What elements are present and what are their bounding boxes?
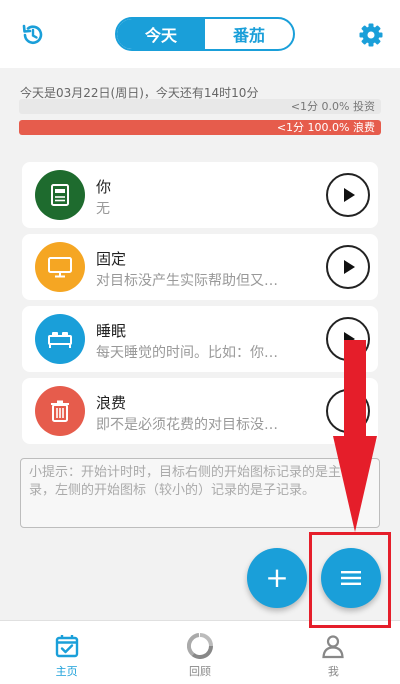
add-button[interactable]: + (247, 548, 307, 608)
waste-bar: <1分 100.0% 浪费 (19, 120, 381, 135)
monitor-icon (35, 242, 85, 292)
segmented-tabs: 今天 番茄 (115, 17, 295, 51)
add-button-label: + (265, 561, 289, 594)
nav-review[interactable]: 回顾 (133, 621, 266, 684)
list-item-title: 浪费 (96, 394, 127, 412)
waste-bar-label: <1分 100.0% 浪费 (276, 121, 375, 134)
list-item-fixed[interactable]: 固定 对目标没产生实际帮助但又… (22, 234, 378, 300)
annotation-arrow-icon (333, 340, 377, 532)
nav-label: 我 (327, 665, 339, 678)
nav-me[interactable]: 我 (267, 621, 400, 684)
list-item-desc: 无 (96, 201, 110, 217)
ring-chart-icon (186, 633, 213, 659)
invest-bar: <1分 0.0% 投资 (19, 99, 381, 114)
nav-home[interactable]: 主页 (0, 621, 133, 684)
list-item-title: 固定 (96, 250, 127, 268)
play-icon (344, 260, 355, 274)
play-button[interactable] (326, 173, 370, 217)
invest-bar-label: <1分 0.0% 投资 (290, 100, 375, 113)
tab-today[interactable]: 今天 (117, 19, 205, 49)
list-item-desc: 即不是必须花费的对目标没… (96, 417, 278, 433)
nav-label: 主页 (55, 665, 78, 678)
list-item-desc: 对目标没产生实际帮助但又… (96, 273, 278, 289)
list-item-title: 你 (96, 178, 112, 196)
tab-pomodoro[interactable]: 番茄 (205, 19, 293, 49)
bed-icon (35, 314, 85, 364)
nav-label: 回顾 (188, 665, 211, 678)
calendar-check-icon (55, 635, 78, 658)
gear-icon[interactable] (358, 22, 384, 48)
summary-panel: 今天是03月22日(周日)，今天还有14时10分 <1分 0.0% 投资 <1分… (0, 68, 400, 146)
tip-box: 小提示：开始计时时，目标右侧的开始图标记录的是主记录，左侧的开始图标（较小的）记… (20, 458, 380, 528)
list-item-title: 睡眠 (96, 322, 127, 340)
history-icon[interactable] (20, 22, 46, 48)
bottom-nav: 主页 回顾 我 (0, 620, 400, 684)
list-item-sleep[interactable]: 睡眠 每天睡觉的时间。比如：你… (22, 306, 378, 372)
trash-icon (35, 386, 85, 436)
play-icon (344, 188, 355, 202)
notebook-icon (35, 170, 85, 220)
play-button[interactable] (326, 245, 370, 289)
person-icon (322, 635, 344, 659)
annotation-highlight-box (309, 532, 391, 628)
list-item-desc: 每天睡觉的时间。比如：你… (96, 345, 278, 361)
top-bar: 今天 番茄 (0, 0, 400, 68)
list-item-waste[interactable]: 浪费 即不是必须花费的对目标没… (22, 378, 378, 444)
list-item-you[interactable]: 你 无 (22, 162, 378, 228)
